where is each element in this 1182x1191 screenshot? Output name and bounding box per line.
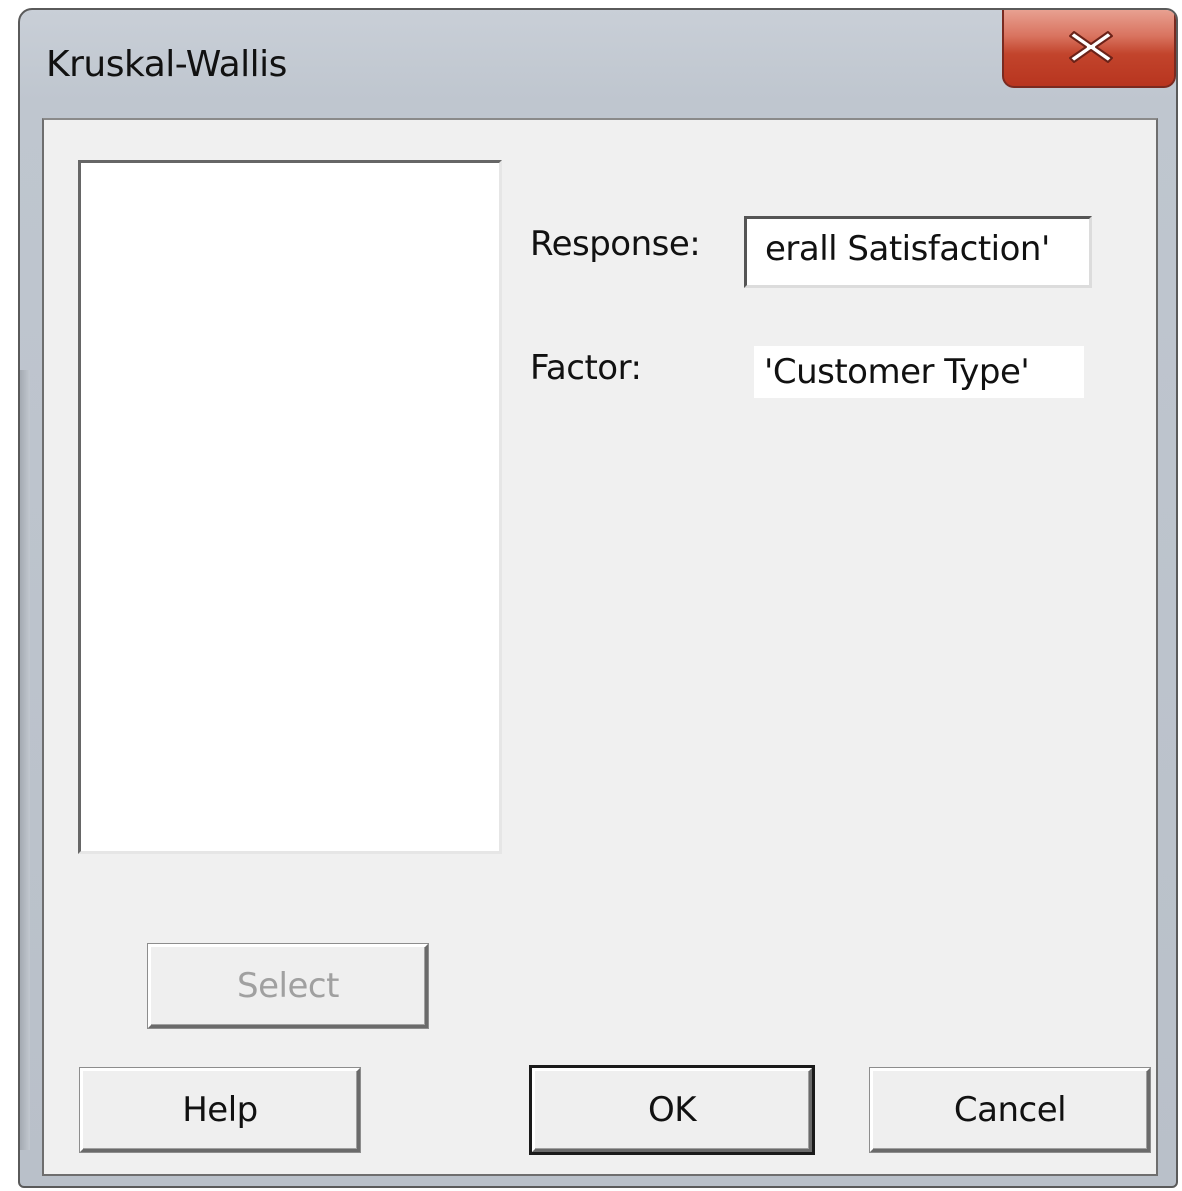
help-button[interactable]: Help bbox=[80, 1068, 360, 1152]
dialog-window: Kruskal-Wallis Response: erall Satisfact… bbox=[18, 8, 1178, 1188]
select-button[interactable]: Select bbox=[148, 944, 428, 1028]
window-frame-shade bbox=[20, 370, 30, 1150]
cancel-button[interactable]: Cancel bbox=[870, 1068, 1150, 1152]
response-input[interactable]: erall Satisfaction' bbox=[744, 216, 1092, 288]
close-icon bbox=[1069, 31, 1113, 63]
response-label: Response: bbox=[530, 224, 701, 264]
factor-label: Factor: bbox=[530, 348, 642, 388]
ok-button[interactable]: OK bbox=[532, 1068, 812, 1152]
close-button[interactable] bbox=[1002, 10, 1176, 88]
dialog-client-area: Response: erall Satisfaction' Factor: 'C… bbox=[42, 118, 1158, 1176]
factor-input[interactable]: 'Customer Type' bbox=[754, 346, 1084, 398]
window-title: Kruskal-Wallis bbox=[46, 44, 287, 85]
variable-list[interactable] bbox=[78, 160, 502, 854]
